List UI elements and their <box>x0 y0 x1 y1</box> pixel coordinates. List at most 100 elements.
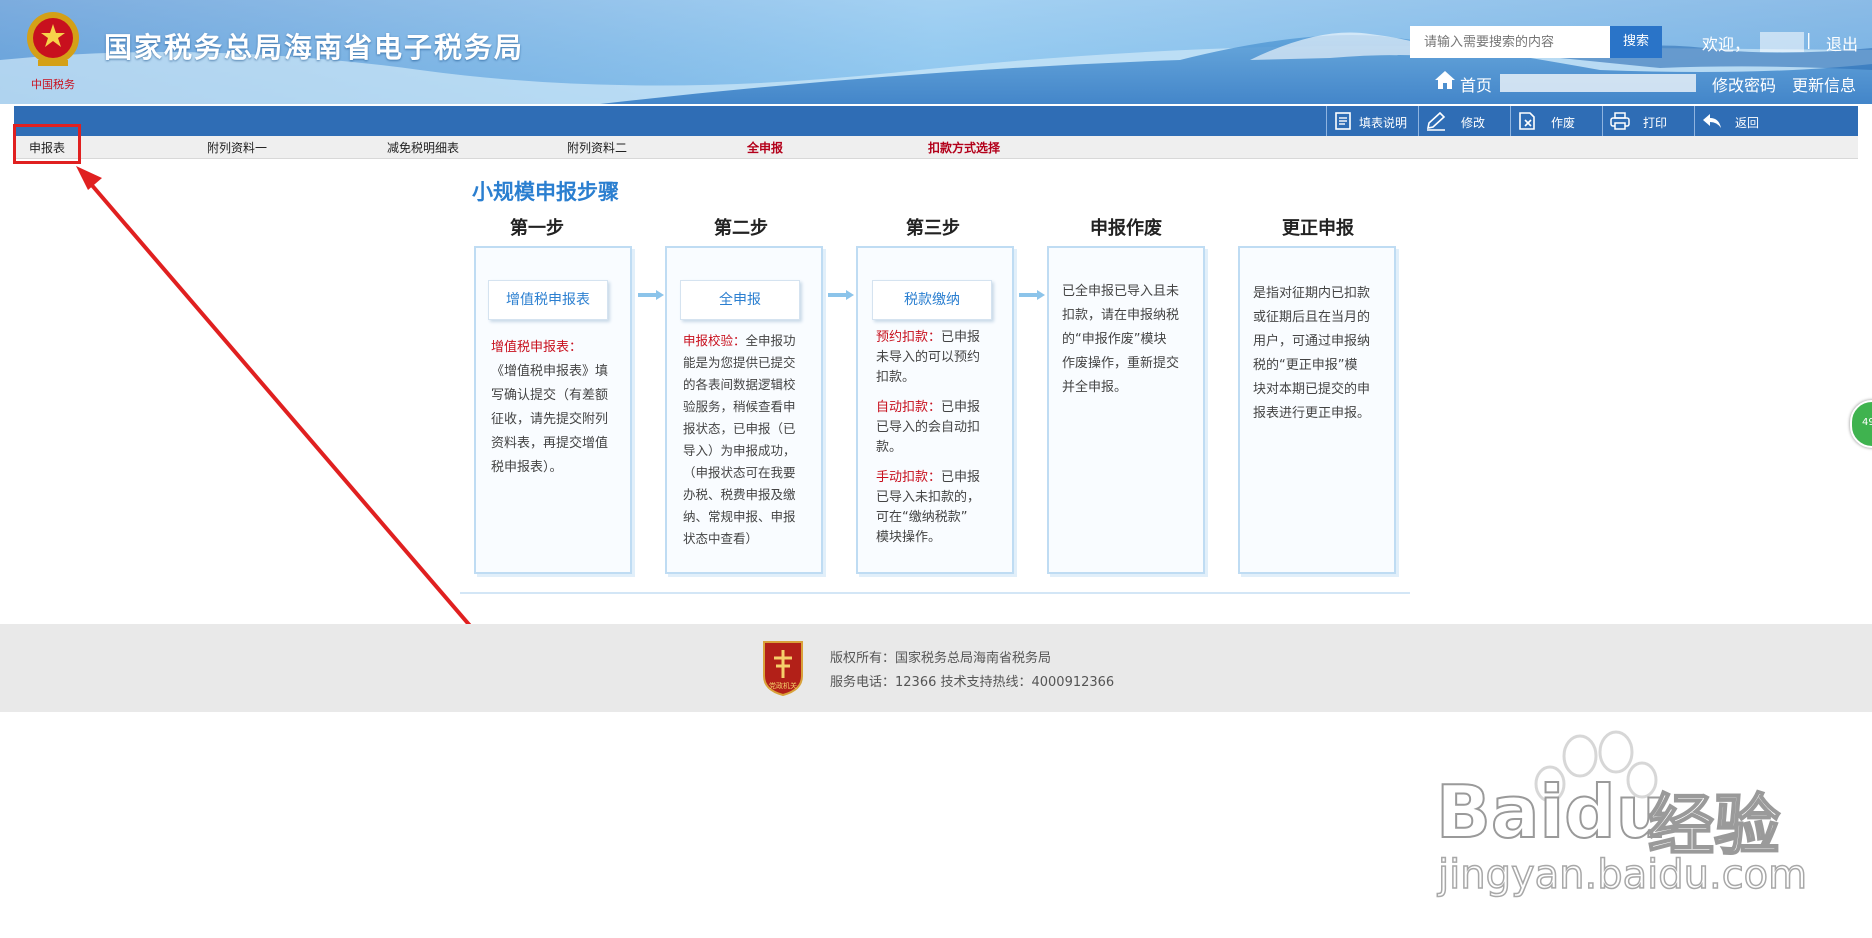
site-header: 中国税务 国家税务总局海南省电子税务局 搜索 欢迎， | 退出 首页 修改密码 … <box>0 0 1872 104</box>
logout-link[interactable]: 退出 <box>1826 31 1858 55</box>
update-info-link[interactable]: 更新信息 <box>1792 72 1856 96</box>
welcome-text: 欢迎， <box>1702 35 1751 54</box>
step1-line: 资料表，再提交增值 <box>491 436 609 451</box>
emblem-caption: 中国税务 <box>31 77 75 91</box>
taxpayer-info-blurred <box>1500 74 1696 92</box>
tab-attachment-2[interactable]: 附列资料二 <box>567 139 627 156</box>
step3-b3-label: 手动扣款： <box>876 470 942 485</box>
step1-line: 征收，请先提交附列 <box>491 412 609 427</box>
void-button[interactable]: 作废 <box>1510 106 1603 136</box>
step5-line: 是指对征期内已扣款 <box>1253 286 1371 301</box>
step3-b2-label: 自动扣款： <box>876 400 942 415</box>
step3-b1-line: 扣款。 <box>876 370 916 385</box>
step2-line: 状态中查看） <box>683 531 759 546</box>
step5-line: 报表进行更正申报。 <box>1253 406 1371 421</box>
step2-line: 导入）为申报成功， <box>683 443 796 458</box>
tax-emblem-icon: 中国税务 <box>27 12 79 91</box>
void-label: 作废 <box>1551 116 1576 130</box>
step4-line: 扣款，请在申报纳税 <box>1062 308 1180 323</box>
party-government-logo-icon: 党政机关 <box>763 641 803 696</box>
step2-line: 报状态，已申报（已 <box>683 421 796 436</box>
watermark-url: jingyan.baidu.com <box>1437 851 1808 899</box>
separator: | <box>1806 30 1812 49</box>
back-arrow-icon <box>1703 114 1721 128</box>
site-title: 国家税务总局海南省电子税务局 <box>104 31 525 64</box>
float-badge-count: 49 <box>1862 417 1872 428</box>
step3-description: 预约扣款：已申报 未导入的可以预约 扣款。 自动扣款：已申报 已导入的会自动扣 … <box>876 328 980 548</box>
step3-b2-first: 已申报 <box>941 400 981 415</box>
step1-line: 《增值税申报表》填 <box>491 364 609 379</box>
site-footer <box>0 624 1872 712</box>
void-document-icon <box>1519 112 1535 130</box>
step1-heading: 第一步 <box>510 218 564 239</box>
step2-line: 办税、税费申报及缴 <box>683 487 796 502</box>
step3-b3-line: 已导入未扣款的， <box>876 490 981 505</box>
flow-arrow-icon <box>828 290 854 300</box>
step2-heading: 第二步 <box>714 218 768 239</box>
step4-description: 已全申报已导入且未 扣款，请在申报纳税 的“申报作废”模块 作废操作，重新提交 … <box>1062 280 1179 400</box>
step5-heading: 更正申报 <box>1282 218 1354 239</box>
tab-attachment-1[interactable]: 附列资料一 <box>207 139 267 156</box>
fill-instructions-button[interactable]: 填表说明 <box>1326 106 1419 136</box>
step5-line: 用户，可通过申报纳 <box>1253 334 1371 349</box>
step3-b1-first: 已申报 <box>941 330 981 345</box>
document-icon <box>1335 112 1351 130</box>
step4-heading: 申报作废 <box>1090 218 1162 239</box>
search-button[interactable]: 搜索 <box>1610 26 1662 58</box>
search-input[interactable] <box>1410 26 1610 58</box>
step3-b2-line: 款。 <box>876 440 903 455</box>
tab-full-declaration[interactable]: 全申报 <box>747 139 783 156</box>
step2-line: 验服务，稍候查看申 <box>683 399 796 414</box>
floating-service-button[interactable]: 49 <box>1850 400 1872 448</box>
step5-description: 是指对征期内已扣款 或征期后且在当月的 用户，可通过申报纳 税的“更正申报”模 … <box>1253 282 1370 426</box>
home-link[interactable]: 首页 <box>1460 72 1492 96</box>
print-label: 打印 <box>1643 116 1668 130</box>
pencil-icon <box>1426 111 1446 131</box>
step1-badge: 增值税申报表 <box>488 280 608 320</box>
step2-line: 纳、常规申报、申报 <box>683 509 796 524</box>
back-label: 返回 <box>1735 116 1760 130</box>
step4-line: 并全申报。 <box>1062 380 1128 395</box>
service-phones-text: 服务电话：12366 技术支持热线：4000912366 <box>830 675 1115 690</box>
flow-arrow-icon <box>1019 290 1045 300</box>
step2-line: 的各表间数据逻辑校 <box>683 377 796 392</box>
step5-line: 税的“更正申报”模 <box>1253 358 1358 373</box>
watermark-baidu: Baidu <box>1435 769 1668 855</box>
fill-instructions-label: 填表说明 <box>1359 116 1408 130</box>
step3-badge: 税款缴纳 <box>872 280 992 320</box>
step3-b3-line: 可在“缴纳税款” <box>876 510 968 525</box>
printer-icon <box>1610 112 1630 130</box>
step1-line: 税申报表）。 <box>491 460 563 475</box>
print-button[interactable]: 打印 <box>1602 106 1695 136</box>
steps-title: 小规模申报步骤 <box>472 180 619 204</box>
back-button[interactable]: 返回 <box>1694 106 1787 136</box>
flow-arrow-icon <box>638 290 664 300</box>
change-password-link[interactable]: 修改密码 <box>1712 72 1776 96</box>
watermark-main: Bai <box>1435 769 1565 855</box>
tab-deduction-method[interactable]: 扣款方式选择 <box>928 139 1000 156</box>
step2-description: 申报校验：全申报功 能是为您提供已提交 的各表间数据逻辑校 验服务，稍候查看申 … <box>683 330 796 550</box>
footer-logo-text: 党政机关 <box>769 681 797 690</box>
step2-label: 申报校验： <box>683 333 746 348</box>
diagram-divider <box>460 592 1410 594</box>
step4-line: 已全申报已导入且未 <box>1062 284 1180 299</box>
step2-badge: 全申报 <box>680 280 800 320</box>
step4-line: 作废操作，重新提交 <box>1062 356 1180 371</box>
home-icon[interactable] <box>1434 70 1456 90</box>
step2-line: 能是为您提供已提交 <box>683 355 796 370</box>
step1-description: 增值税申报表： 《增值税申报表》填 写确认提交（有差额 征收，请先提交附列 资料… <box>491 336 608 480</box>
step1-label: 增值税申报表： <box>491 340 583 355</box>
tab-tax-exemption-details[interactable]: 减免税明细表 <box>387 139 459 156</box>
step5-line: 或征期后且在当月的 <box>1253 310 1371 325</box>
modify-label: 修改 <box>1461 116 1486 130</box>
user-name-blurred <box>1760 32 1804 52</box>
copyright-text: 版权所有：国家税务总局海南省税务局 <box>830 651 1052 666</box>
step3-b1-line: 未导入的可以预约 <box>876 350 981 365</box>
modify-button[interactable]: 修改 <box>1418 106 1511 136</box>
step2-first: 全申报功 <box>745 333 796 348</box>
step2-line: （申报状态可在我要 <box>683 465 796 480</box>
annotation-highlight-box <box>13 124 81 164</box>
step1-line: 写确认提交（有差额 <box>491 388 609 403</box>
step3-b3-first: 已申报 <box>941 470 981 485</box>
step3-heading: 第三步 <box>906 218 960 239</box>
